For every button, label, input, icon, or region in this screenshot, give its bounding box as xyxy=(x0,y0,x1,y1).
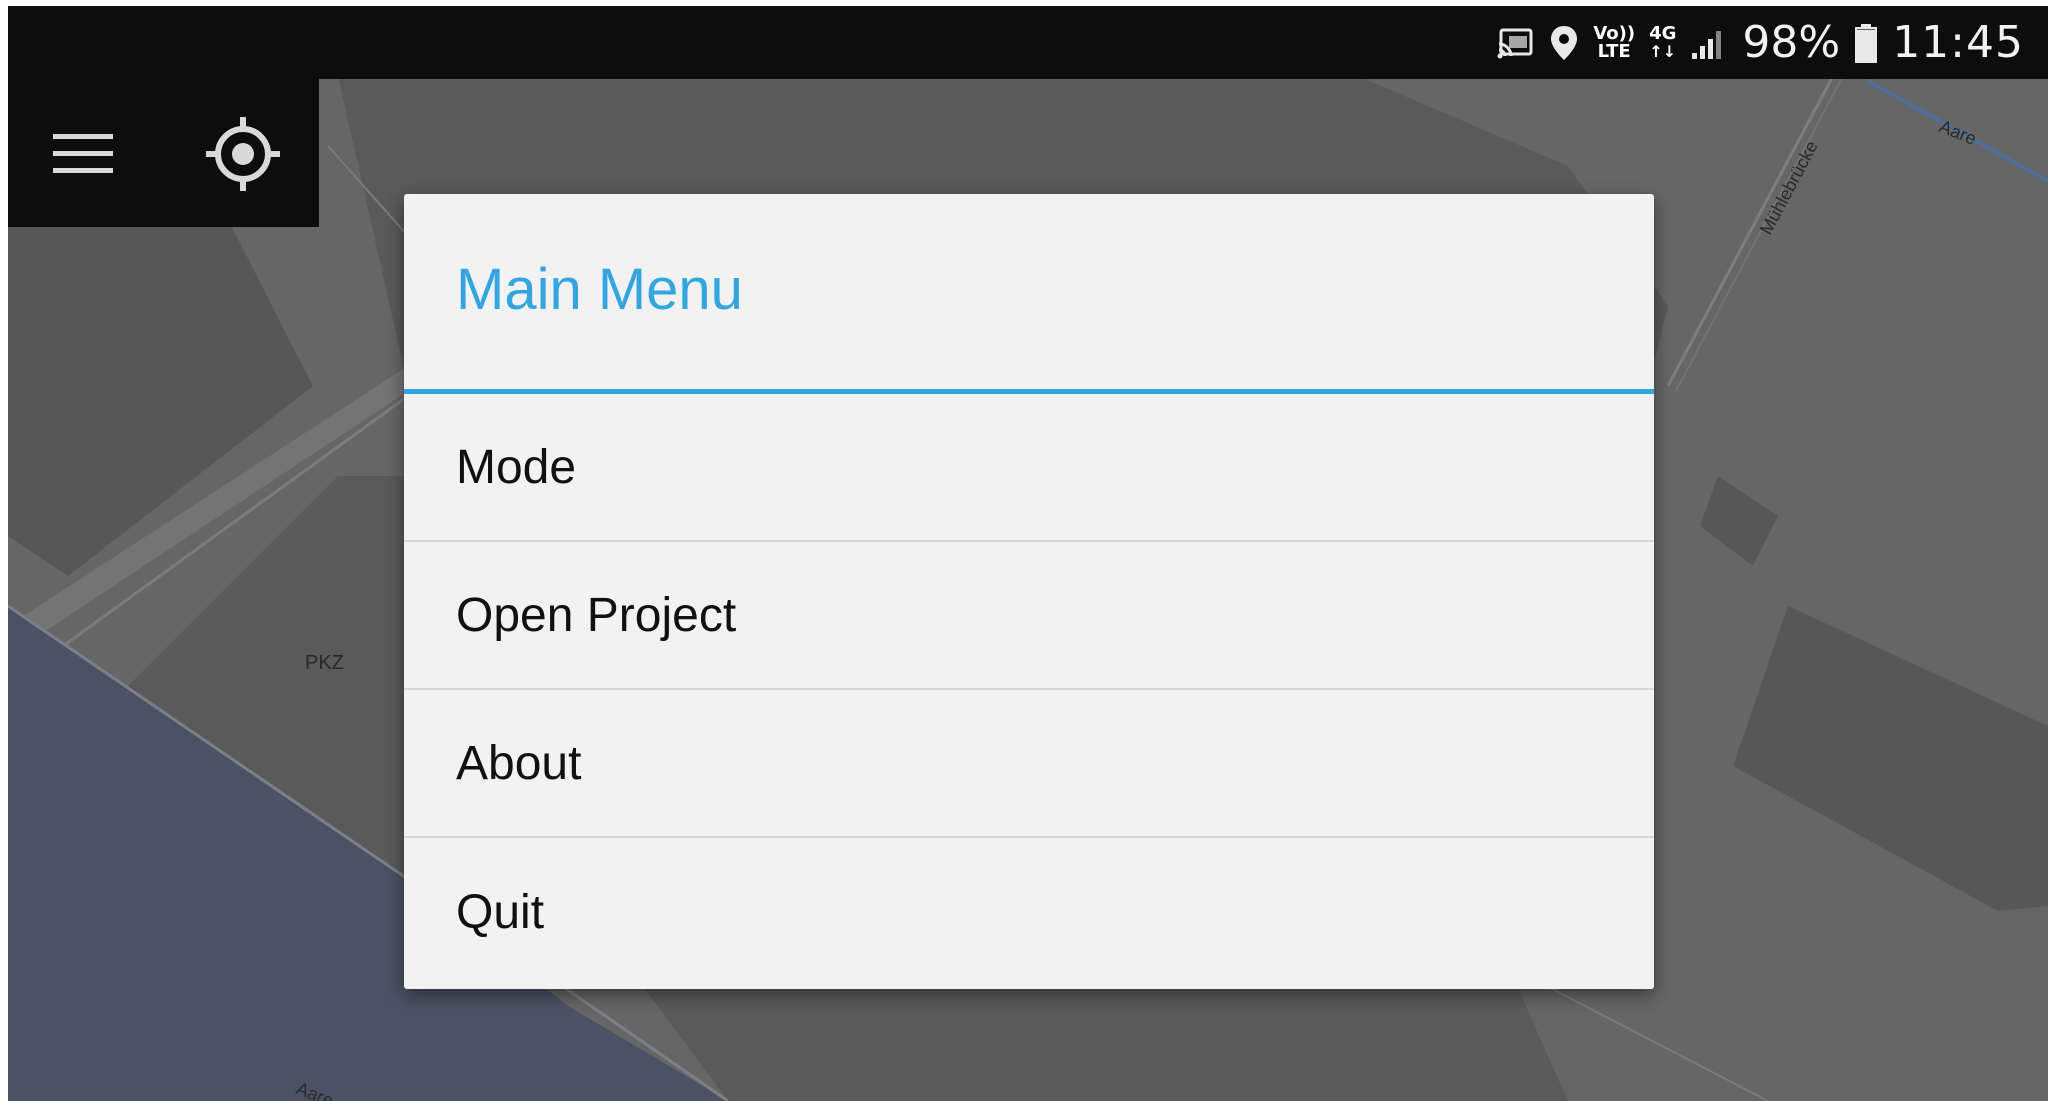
status-icons: Vo)) LTE 4G ↑↓ 98% 11:45 xyxy=(1495,6,2024,79)
status-bar: Vo)) LTE 4G ↑↓ 98% 11:45 xyxy=(8,6,2048,79)
volte-top-label: Vo)) xyxy=(1593,22,1636,44)
dialog-title: Main Menu xyxy=(456,257,743,322)
4g-data-icon: 4G ↑↓ xyxy=(1649,22,1677,61)
menu-item-quit[interactable]: Quit xyxy=(404,838,1654,987)
battery-percent: 98% xyxy=(1742,17,1841,68)
battery-fill xyxy=(1857,29,1876,61)
main-menu-dialog: Main Menu Mode Open Project About Quit xyxy=(404,194,1654,989)
device-screen: PKZ Aare Mühlebrücke Aare Vo)) LTE 4G ↑↓… xyxy=(8,6,2048,1101)
location-pin-icon xyxy=(1549,24,1579,62)
status-clock: 11:45 xyxy=(1892,17,2024,68)
menu-item-mode[interactable]: Mode xyxy=(404,394,1654,542)
volte-icon: Vo)) LTE xyxy=(1593,22,1636,62)
cast-icon xyxy=(1495,26,1535,60)
menu-item-open-project[interactable]: Open Project xyxy=(404,542,1654,690)
menu-list: Mode Open Project About Quit xyxy=(404,394,1654,987)
volte-bottom-label: LTE xyxy=(1597,40,1631,62)
network-label: 4G xyxy=(1649,22,1677,44)
menu-item-about[interactable]: About xyxy=(404,690,1654,838)
signal-icon xyxy=(1690,25,1728,61)
battery-icon xyxy=(1854,23,1878,63)
